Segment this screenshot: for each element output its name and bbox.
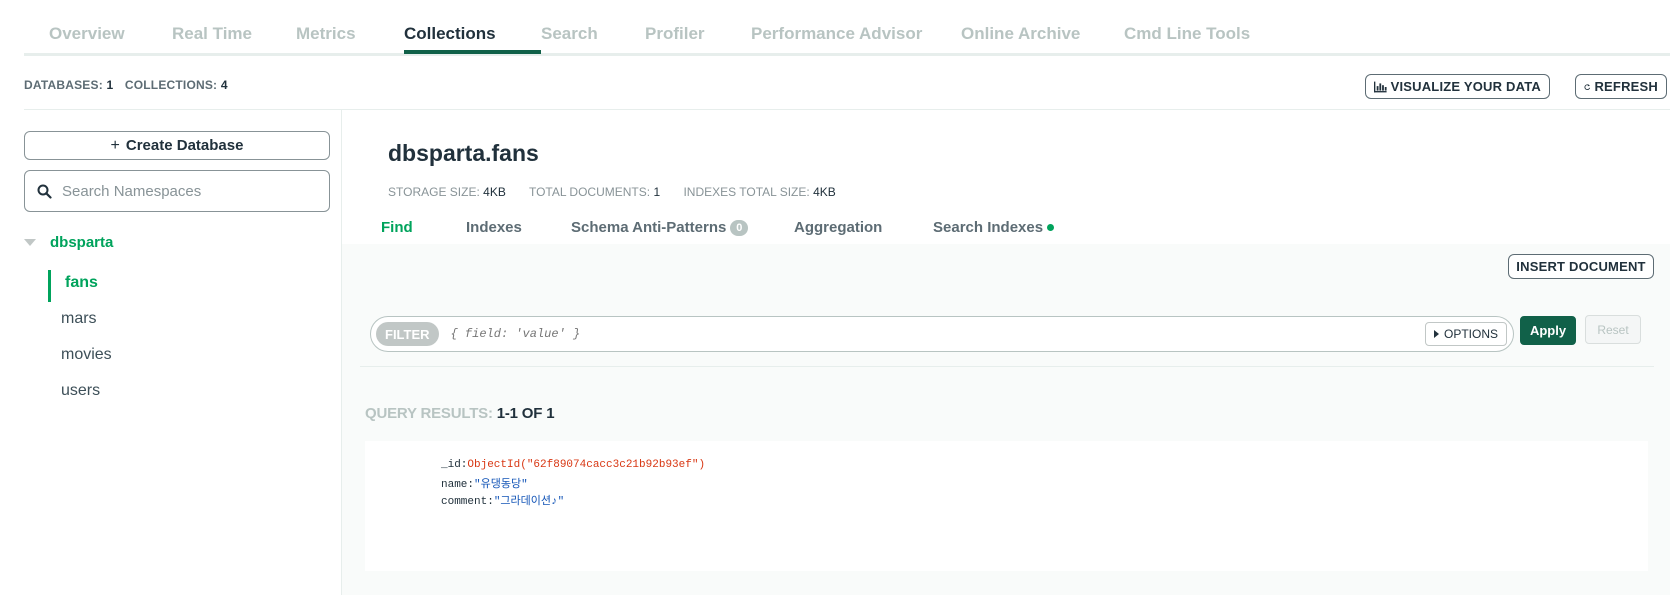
document-field-comment: comment:"그라데이션♪" [441,492,564,508]
query-results-summary: QUERY RESULTS: 1-1 OF 1 [365,405,555,422]
field-value: ObjectId("62f89074cacc3c21b92b93ef") [467,459,706,471]
field-key: name: [441,479,475,491]
storage-size-label: STORAGE SIZE: [388,185,480,199]
collection-item-users[interactable]: users [61,382,100,400]
status-dot-icon [1047,224,1055,231]
namespace-stats: STORAGE SIZE: 4KB TOTAL DOCUMENTS: 1 IND… [388,185,856,199]
tab-real-time[interactable]: Real Time [172,24,252,44]
refresh-label: REFRESH [1594,79,1658,94]
tab-indexes[interactable]: Indexes [466,219,522,236]
filter-label: FILTER [376,322,439,346]
filter-input[interactable] [450,327,1411,341]
collections-count: 4 [220,78,228,92]
collection-item-movies[interactable]: movies [61,346,112,364]
databases-count: 1 [106,78,114,92]
search-indexes-label: Search Indexes [933,219,1044,236]
schema-anti-patterns-label: Schema Anti-Patterns [571,219,727,236]
indexes-size-label: INDEXES TOTAL SIZE: [683,185,810,199]
collection-item-fans[interactable]: fans [65,274,98,292]
tab-profiler[interactable]: Profiler [645,24,705,44]
visualize-data-button[interactable]: VISUALIZE YOUR DATA [1365,74,1550,99]
plus-icon: + [110,136,120,154]
indexes-size-value: 4KB [813,185,836,199]
total-documents-value: 1 [653,185,661,199]
tab-search-indexes[interactable]: Search Indexes [933,219,1055,236]
tab-cmd-line-tools[interactable]: Cmd Line Tools [1124,24,1250,44]
caret-right-icon [1433,330,1439,338]
visualize-data-label: VISUALIZE YOUR DATA [1390,79,1541,94]
apply-button[interactable]: Apply [1520,316,1576,345]
namespace-title: dbsparta.fans [388,140,539,166]
active-collection-indicator [48,270,51,302]
total-documents-label: TOTAL DOCUMENTS: [528,185,651,199]
tab-aggregation[interactable]: Aggregation [794,219,882,236]
insert-document-button[interactable]: INSERT DOCUMENT [1508,254,1654,279]
database-item-dbsparta[interactable]: dbsparta [24,234,113,251]
tab-overview[interactable]: Overview [49,24,125,44]
document-field-name: name:"유댕동당" [441,475,528,491]
tab-metrics[interactable]: Metrics [296,24,356,44]
field-value: "유댕동당" [474,479,528,491]
options-label: OPTIONS [1443,327,1498,341]
collections-label: COLLECTIONS: [124,78,218,92]
chevron-down-icon[interactable] [24,239,36,246]
document-field-id: _id:ObjectId("62f89074cacc3c21b92b93ef") [441,459,705,471]
header-divider [24,109,1670,110]
field-value: "그라데이션♪" [493,496,565,508]
query-results-value: 1-1 OF 1 [496,405,555,422]
storage-size-value: 4KB [483,185,506,199]
query-results-label: QUERY RESULTS: [365,405,493,422]
field-key: _id: [441,459,468,471]
tab-find[interactable]: Find [381,219,413,236]
document-card[interactable]: _id:ObjectId("62f89074cacc3c21b92b93ef")… [365,441,1648,571]
cluster-stats: DATABASES: 1 COLLECTIONS: 4 [24,78,236,92]
create-database-label: Create Database [125,137,244,154]
namespace-search-box [24,170,330,212]
tab-online-archive[interactable]: Online Archive [961,24,1080,44]
refresh-button[interactable]: REFRESH [1575,74,1667,99]
tab-collections[interactable]: Collections [404,24,496,44]
top-nav: Overview Real Time Metrics Collections S… [24,0,1670,56]
bar-chart-icon [1374,81,1387,92]
tab-schema-anti-patterns[interactable]: Schema Anti-Patterns 0 [571,219,749,236]
tab-search[interactable]: Search [541,24,598,44]
results-divider [360,366,1654,367]
active-tab-indicator [404,50,541,54]
search-namespaces-input[interactable] [62,182,322,200]
search-icon [37,184,52,199]
filter-bar: FILTER OPTIONS [370,316,1514,352]
database-name: dbsparta [50,234,114,251]
schema-count-badge: 0 [730,219,749,236]
field-key: comment: [441,496,494,508]
refresh-icon [1584,83,1591,90]
databases-label: DATABASES: [24,78,103,92]
reset-button[interactable]: Reset [1585,315,1641,344]
collection-item-mars[interactable]: mars [61,310,97,328]
create-database-button[interactable]: + Create Database [24,131,330,160]
options-button[interactable]: OPTIONS [1424,322,1507,346]
tab-performance-advisor[interactable]: Performance Advisor [751,24,922,44]
